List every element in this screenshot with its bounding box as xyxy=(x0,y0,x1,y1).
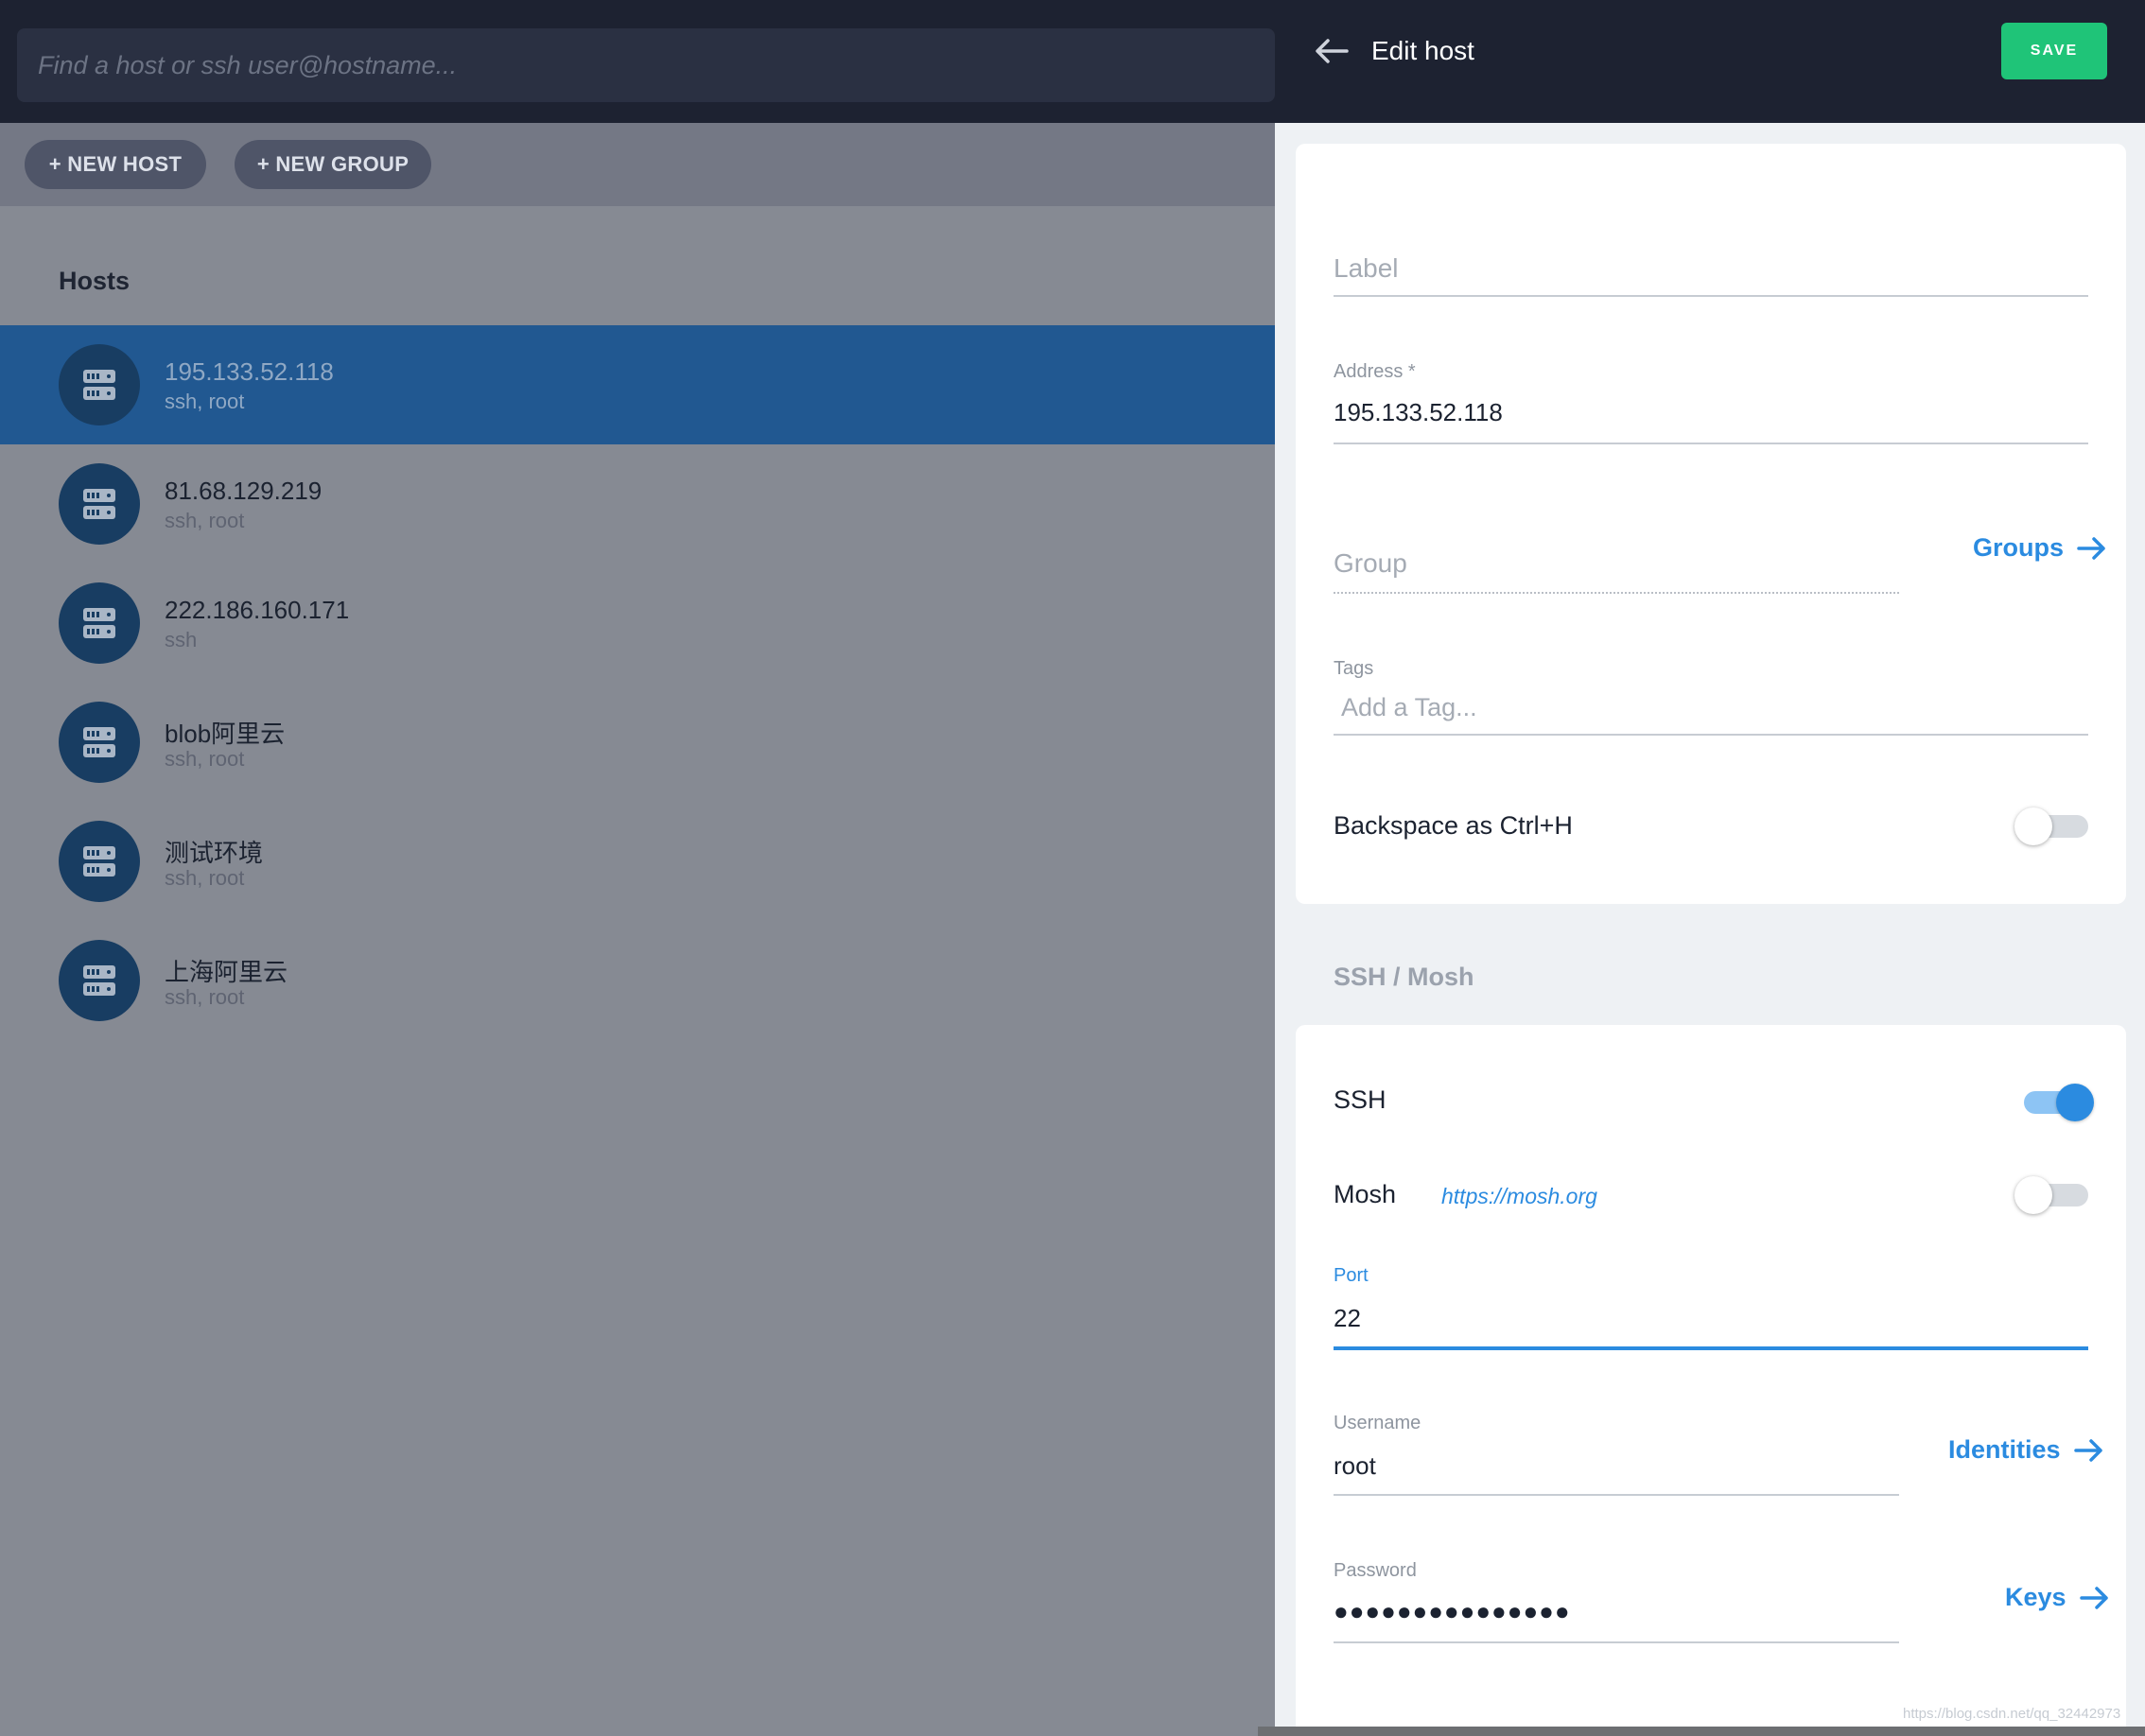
keys-link[interactable]: Keys xyxy=(2005,1583,2110,1612)
server-icon xyxy=(59,344,140,425)
username-field[interactable]: Username root xyxy=(1334,1413,1421,1481)
host-row[interactable]: 222.186.160.171 ssh xyxy=(0,564,1275,683)
password-field[interactable]: Password ●●●●●●●●●●●●●●● xyxy=(1334,1560,1571,1626)
server-icon xyxy=(59,582,140,664)
backspace-toggle[interactable] xyxy=(2014,806,2090,845)
host-protocol: ssh, root xyxy=(165,390,245,413)
mosh-toggle[interactable] xyxy=(2014,1174,2090,1214)
host-name: 222.186.160.171 xyxy=(165,596,350,624)
arrow-right-icon xyxy=(2077,536,2105,560)
address-underline xyxy=(1334,443,2088,444)
address-value: 195.133.52.118 xyxy=(1334,398,1503,426)
tags-placeholder: Add a Tag... xyxy=(1341,693,1477,721)
search-input[interactable] xyxy=(36,49,1256,81)
host-row[interactable]: 81.68.129.219 ssh, root xyxy=(0,444,1275,564)
username-underline xyxy=(1334,1494,1899,1496)
password-underline xyxy=(1334,1641,1899,1643)
server-icon xyxy=(59,940,140,1021)
new-group-button[interactable]: + NEW GROUP xyxy=(235,140,431,189)
new-host-button[interactable]: + NEW HOST xyxy=(25,140,206,189)
keys-link-label: Keys xyxy=(2005,1583,2067,1611)
bottom-strip xyxy=(1258,1727,2145,1736)
password-value: ●●●●●●●●●●●●●●● xyxy=(1334,1597,1571,1625)
host-row[interactable]: 测试环境 ssh, root xyxy=(0,802,1275,921)
arrow-right-icon xyxy=(2079,1586,2108,1609)
group-placeholder: Group xyxy=(1334,548,1407,578)
groups-link[interactable]: Groups xyxy=(1973,533,2107,563)
search-box[interactable] xyxy=(17,28,1275,102)
group-field[interactable]: Group xyxy=(1334,548,1407,579)
host-protocol: ssh xyxy=(165,628,198,651)
ssh-mosh-section-title: SSH / Mosh xyxy=(1334,963,1474,991)
toggle-knob xyxy=(2056,1084,2094,1121)
port-underline-focused xyxy=(1334,1346,2088,1350)
host-protocol: ssh, root xyxy=(165,985,245,1009)
port-field[interactable]: Port 22 xyxy=(1334,1265,1369,1333)
server-icon xyxy=(59,702,140,783)
host-list: 195.133.52.118 ssh, root 81.68.129.219 s… xyxy=(0,325,1275,1040)
hosts-pane: + NEW HOST + NEW GROUP Hosts 195.133.52.… xyxy=(0,0,1275,1736)
host-name: blob阿里云 xyxy=(165,720,286,748)
tags-field[interactable]: Tags Add a Tag... xyxy=(1334,658,1477,722)
general-card: Label Address * 195.133.52.118 Group Gro… xyxy=(1296,144,2126,904)
host-row[interactable]: blob阿里云 ssh, root xyxy=(0,683,1275,802)
panel-header: Edit host SAVE xyxy=(1275,0,2145,123)
mosh-label: Mosh xyxy=(1334,1180,1397,1208)
back-arrow-icon[interactable] xyxy=(1313,36,1351,66)
ssh-mosh-card: SSH Mosh https://mosh.org Port 22 Userna… xyxy=(1296,1025,2126,1736)
host-row[interactable]: 195.133.52.118 ssh, root xyxy=(0,325,1275,444)
password-label: Password xyxy=(1334,1560,1417,1581)
mosh-website-link[interactable]: https://mosh.org xyxy=(1441,1184,1597,1209)
watermark: https://blog.csdn.net/qq_32442973 xyxy=(1903,1706,2121,1722)
label-field[interactable]: Label xyxy=(1334,253,1399,284)
host-name: 测试环境 xyxy=(165,839,264,867)
port-label: Port xyxy=(1334,1265,1369,1286)
server-icon xyxy=(59,821,140,902)
toggle-knob xyxy=(2014,1176,2052,1214)
identities-link-label: Identities xyxy=(1948,1435,2061,1464)
server-icon xyxy=(59,463,140,545)
username-label: Username xyxy=(1334,1413,1421,1433)
label-underline xyxy=(1334,295,2088,297)
groups-link-label: Groups xyxy=(1973,533,2065,562)
port-value: 22 xyxy=(1334,1304,1361,1332)
host-protocol: ssh, root xyxy=(165,866,245,890)
host-name: 上海阿里云 xyxy=(165,958,288,986)
group-underline xyxy=(1334,592,1899,594)
panel-title: Edit host xyxy=(1371,36,1474,65)
toggle-knob xyxy=(2014,807,2052,845)
host-name: 195.133.52.118 xyxy=(165,357,334,386)
save-button[interactable]: SAVE xyxy=(2001,23,2107,79)
ssh-label: SSH xyxy=(1334,1085,1386,1114)
edit-host-panel: Edit host SAVE Label Address * 195.133.5… xyxy=(1275,0,2145,1736)
username-value: root xyxy=(1334,1451,1376,1480)
host-protocol: ssh, root xyxy=(165,509,245,532)
tags-label: Tags xyxy=(1334,658,1374,679)
hosts-section-title: Hosts xyxy=(59,267,131,295)
ssh-toggle[interactable] xyxy=(2016,1082,2094,1121)
search-bar-container xyxy=(0,0,1275,123)
arrow-right-icon xyxy=(2073,1438,2102,1462)
host-name: 81.68.129.219 xyxy=(165,477,323,505)
label-placeholder: Label xyxy=(1334,253,1399,283)
address-label: Address * xyxy=(1334,361,1416,382)
identities-link[interactable]: Identities xyxy=(1948,1435,2104,1465)
tags-underline xyxy=(1334,734,2088,736)
backspace-label: Backspace as Ctrl+H xyxy=(1334,811,1573,840)
host-row[interactable]: 上海阿里云 ssh, root xyxy=(0,921,1275,1040)
hosts-toolbar: + NEW HOST + NEW GROUP xyxy=(0,123,1275,206)
address-field[interactable]: Address * 195.133.52.118 xyxy=(1334,361,1503,427)
host-protocol: ssh, root xyxy=(165,747,245,771)
